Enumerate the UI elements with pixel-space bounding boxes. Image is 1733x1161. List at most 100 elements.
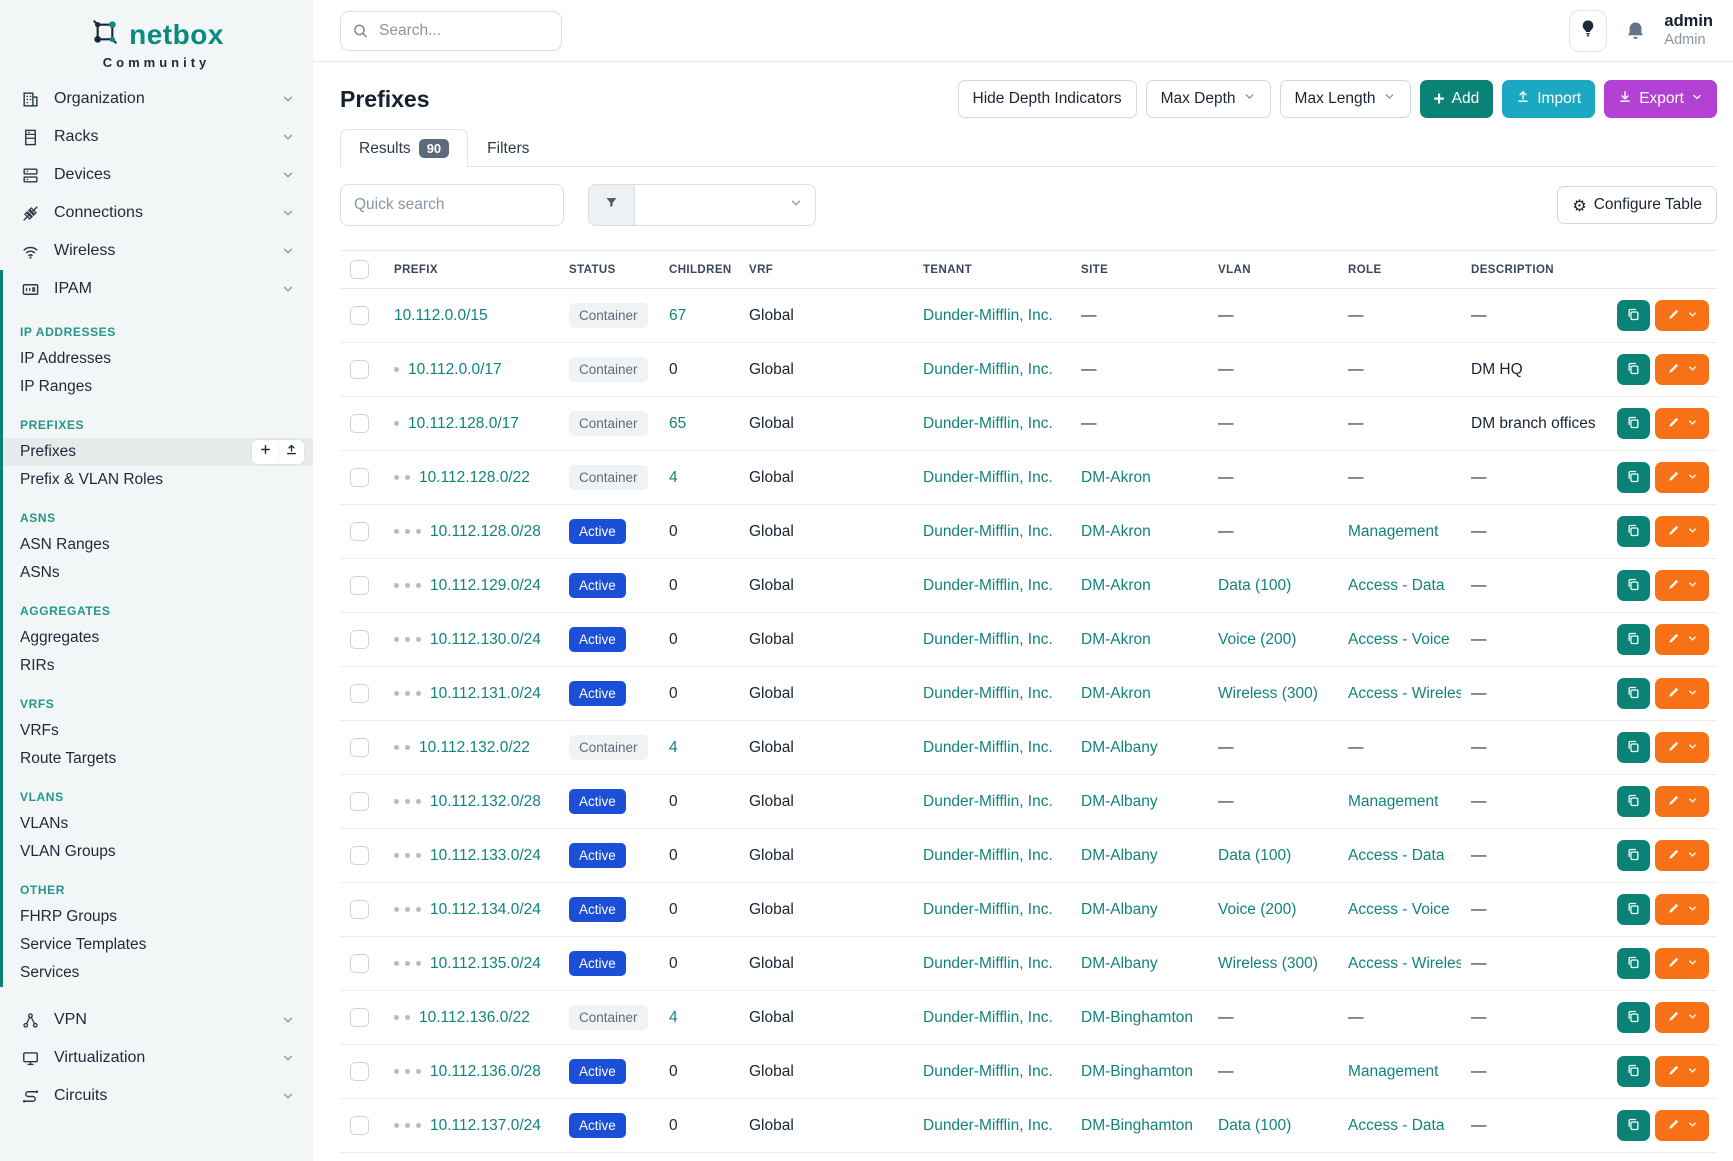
prefix-link[interactable]: 10.112.0.0/15 bbox=[394, 307, 488, 325]
tenant-link[interactable]: Dunder-Mifflin, Inc. bbox=[923, 415, 1053, 432]
copy-button[interactable] bbox=[1617, 570, 1650, 601]
column-header-role[interactable]: ROLE bbox=[1338, 251, 1461, 289]
sidebar-item-ip-ranges[interactable]: IP Ranges bbox=[3, 373, 313, 401]
edit-button[interactable] bbox=[1655, 570, 1709, 601]
tenant-link[interactable]: Dunder-Mifflin, Inc. bbox=[923, 1009, 1053, 1026]
site-link[interactable]: DM-Albany bbox=[1081, 793, 1158, 810]
site-link[interactable]: DM-Akron bbox=[1081, 469, 1151, 486]
column-header-status[interactable]: STATUS bbox=[559, 251, 659, 289]
row-checkbox[interactable] bbox=[350, 1008, 369, 1027]
prefix-link[interactable]: 10.112.136.0/28 bbox=[430, 1063, 541, 1081]
column-header-children[interactable]: CHILDREN bbox=[659, 251, 739, 289]
edit-button[interactable] bbox=[1655, 948, 1709, 979]
prefix-link[interactable]: 10.112.135.0/24 bbox=[430, 955, 541, 973]
sidebar-item-ipam[interactable]: IPAM bbox=[3, 270, 313, 308]
max-length-dropdown[interactable]: Max Length bbox=[1280, 80, 1411, 118]
copy-button[interactable] bbox=[1617, 786, 1650, 817]
sidebar-item-prefix-vlan-roles[interactable]: Prefix & VLAN Roles bbox=[3, 466, 313, 494]
prefix-link[interactable]: 10.112.128.0/28 bbox=[430, 523, 541, 541]
column-header-prefix[interactable]: PREFIX bbox=[384, 251, 559, 289]
tab-results[interactable]: Results 90 bbox=[340, 129, 468, 167]
hide-depth-indicators-button[interactable]: Hide Depth Indicators bbox=[958, 80, 1137, 118]
site-link[interactable]: DM-Akron bbox=[1081, 685, 1151, 702]
vlan-link[interactable]: Wireless (300) bbox=[1218, 685, 1318, 702]
edit-button[interactable] bbox=[1655, 732, 1709, 763]
children-count-link[interactable]: 65 bbox=[669, 415, 686, 432]
prefix-link[interactable]: 10.112.134.0/24 bbox=[430, 901, 541, 919]
column-header-vrf[interactable]: VRF bbox=[739, 251, 913, 289]
site-link[interactable]: DM-Albany bbox=[1081, 901, 1158, 918]
quick-add-button[interactable] bbox=[252, 440, 278, 464]
row-checkbox[interactable] bbox=[350, 522, 369, 541]
sidebar-item-vlan-groups[interactable]: VLAN Groups bbox=[3, 838, 313, 866]
row-checkbox[interactable] bbox=[350, 738, 369, 757]
copy-button[interactable] bbox=[1617, 732, 1650, 763]
site-link[interactable]: DM-Akron bbox=[1081, 631, 1151, 648]
edit-button[interactable] bbox=[1655, 1110, 1709, 1141]
sidebar-item-circuits[interactable]: Circuits bbox=[0, 1077, 313, 1115]
vlan-link[interactable]: Wireless (300) bbox=[1218, 955, 1318, 972]
vlan-link[interactable]: Data (100) bbox=[1218, 577, 1291, 594]
sidebar-item-virtualization[interactable]: Virtualization bbox=[0, 1039, 313, 1077]
column-header-tenant[interactable]: TENANT bbox=[913, 251, 1071, 289]
row-checkbox[interactable] bbox=[350, 360, 369, 379]
copy-button[interactable] bbox=[1617, 462, 1650, 493]
copy-button[interactable] bbox=[1617, 840, 1650, 871]
prefix-link[interactable]: 10.112.133.0/24 bbox=[430, 847, 541, 865]
sidebar-item-vrfs[interactable]: VRFs bbox=[3, 717, 313, 745]
tenant-link[interactable]: Dunder-Mifflin, Inc. bbox=[923, 685, 1053, 702]
tenant-link[interactable]: Dunder-Mifflin, Inc. bbox=[923, 847, 1053, 864]
export-button[interactable]: Export bbox=[1604, 80, 1717, 118]
site-link[interactable]: DM-Akron bbox=[1081, 577, 1151, 594]
vlan-link[interactable]: Data (100) bbox=[1218, 1117, 1291, 1134]
copy-button[interactable] bbox=[1617, 894, 1650, 925]
theme-toggle-button[interactable] bbox=[1569, 10, 1607, 52]
prefix-link[interactable]: 10.112.136.0/22 bbox=[419, 1009, 530, 1027]
configure-table-button[interactable]: ⚙ Configure Table bbox=[1557, 186, 1717, 224]
tenant-link[interactable]: Dunder-Mifflin, Inc. bbox=[923, 955, 1053, 972]
search-input[interactable] bbox=[340, 11, 562, 51]
tenant-link[interactable]: Dunder-Mifflin, Inc. bbox=[923, 631, 1053, 648]
vlan-link[interactable]: Data (100) bbox=[1218, 847, 1291, 864]
copy-button[interactable] bbox=[1617, 408, 1650, 439]
tenant-link[interactable]: Dunder-Mifflin, Inc. bbox=[923, 523, 1053, 540]
saved-filter-select[interactable] bbox=[634, 184, 816, 226]
edit-button[interactable] bbox=[1655, 462, 1709, 493]
prefix-link[interactable]: 10.112.132.0/22 bbox=[419, 739, 530, 757]
tenant-link[interactable]: Dunder-Mifflin, Inc. bbox=[923, 793, 1053, 810]
role-link[interactable]: Management bbox=[1348, 523, 1438, 540]
row-checkbox[interactable] bbox=[350, 414, 369, 433]
sidebar-item-wireless[interactable]: Wireless bbox=[0, 232, 313, 270]
vlan-link[interactable]: Voice (200) bbox=[1218, 631, 1296, 648]
tenant-link[interactable]: Dunder-Mifflin, Inc. bbox=[923, 577, 1053, 594]
copy-button[interactable] bbox=[1617, 1002, 1650, 1033]
row-checkbox[interactable] bbox=[350, 954, 369, 973]
sidebar-item-asn-ranges[interactable]: ASN Ranges bbox=[3, 531, 313, 559]
edit-button[interactable] bbox=[1655, 354, 1709, 385]
copy-button[interactable] bbox=[1617, 624, 1650, 655]
quick-import-button[interactable] bbox=[278, 440, 304, 464]
copy-button[interactable] bbox=[1617, 1110, 1650, 1141]
copy-button[interactable] bbox=[1617, 1056, 1650, 1087]
sidebar-item-racks[interactable]: Racks bbox=[0, 118, 313, 156]
prefix-link[interactable]: 10.112.137.0/24 bbox=[430, 1117, 541, 1135]
row-checkbox[interactable] bbox=[350, 630, 369, 649]
edit-button[interactable] bbox=[1655, 516, 1709, 547]
copy-button[interactable] bbox=[1617, 516, 1650, 547]
row-checkbox[interactable] bbox=[350, 1062, 369, 1081]
edit-button[interactable] bbox=[1655, 840, 1709, 871]
prefix-link[interactable]: 10.112.0.0/17 bbox=[408, 361, 502, 379]
row-checkbox[interactable] bbox=[350, 1116, 369, 1135]
edit-button[interactable] bbox=[1655, 408, 1709, 439]
select-all-checkbox[interactable] bbox=[350, 260, 369, 279]
sidebar-item-aggregates[interactable]: Aggregates bbox=[3, 624, 313, 652]
site-link[interactable]: DM-Binghamton bbox=[1081, 1063, 1193, 1080]
children-count-link[interactable]: 4 bbox=[669, 739, 678, 756]
edit-button[interactable] bbox=[1655, 624, 1709, 655]
sidebar-item-service-templates[interactable]: Service Templates bbox=[3, 931, 313, 959]
edit-button[interactable] bbox=[1655, 300, 1709, 331]
column-header-description[interactable]: DESCRIPTION bbox=[1461, 251, 1607, 289]
role-link[interactable]: Access - Data bbox=[1348, 847, 1444, 864]
sidebar-item-route-targets[interactable]: Route Targets bbox=[3, 745, 313, 773]
edit-button[interactable] bbox=[1655, 1056, 1709, 1087]
